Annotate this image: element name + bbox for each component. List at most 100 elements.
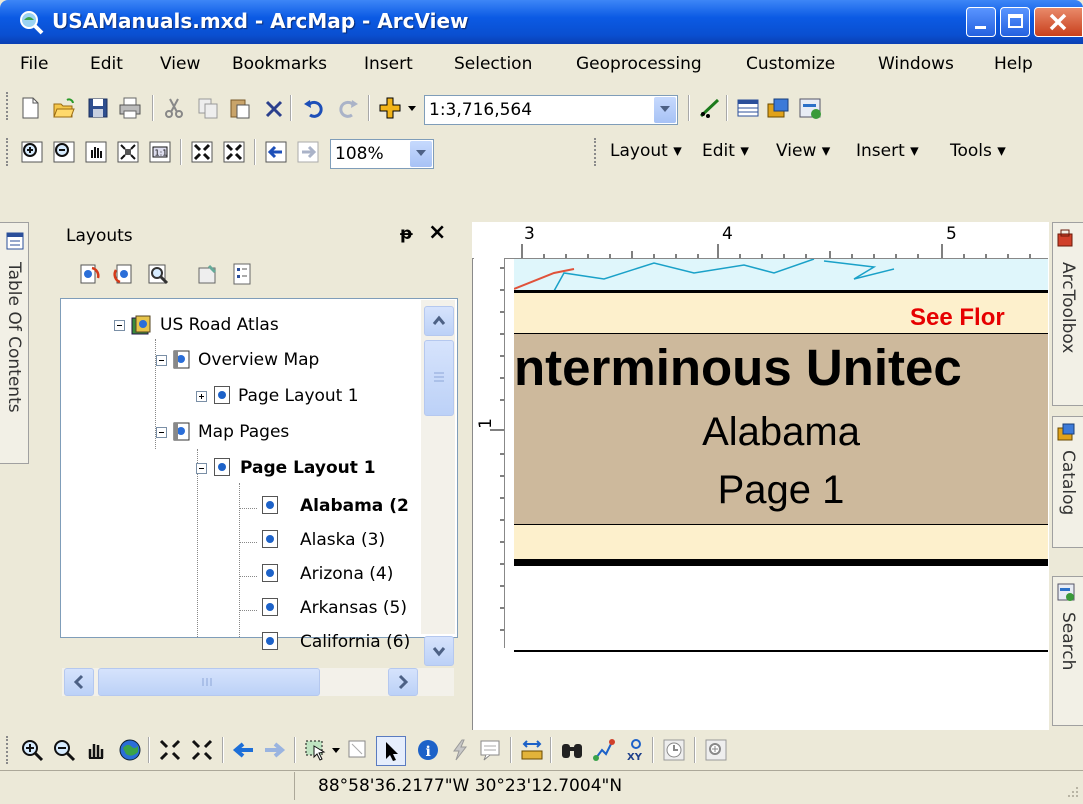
full-extent-icon[interactable] [118,738,142,762]
menu-selection[interactable]: Selection [454,54,532,74]
forward-extent-icon[interactable] [296,140,320,164]
collapse-icon[interactable] [196,463,207,474]
close-panel-icon[interactable]: × [428,220,446,245]
zoom-100-icon[interactable]: 1:1 [148,140,172,164]
collapse-icon[interactable] [156,427,167,438]
scroll-thumb[interactable] [424,340,454,416]
identify-icon[interactable]: i [416,738,440,762]
layout-tools-menu[interactable]: Tools ▾ [950,141,1006,161]
fixed-zoom-out-icon[interactable] [190,738,214,762]
measure-icon[interactable] [520,738,544,762]
tree-item-label: Page Layout 1 [240,458,376,478]
hyperlink-icon[interactable] [448,738,472,762]
tree-item-label: Arkansas (5) [300,598,407,618]
layout-insert-menu[interactable]: Insert ▾ [856,141,919,161]
save-icon[interactable] [86,96,110,120]
add-data-dropdown[interactable] [408,106,416,111]
find-icon[interactable] [560,738,584,762]
forward-icon[interactable] [262,738,286,762]
svg-text:i: i [426,744,431,760]
pan-icon[interactable] [84,738,108,762]
paste-icon[interactable] [228,96,252,120]
scroll-right-button[interactable] [388,668,418,696]
svg-text:1:1: 1:1 [155,149,168,158]
toolbar-grip[interactable] [6,92,12,120]
layout-view-menu[interactable]: View ▾ [776,141,830,161]
reset-icon[interactable] [112,262,136,286]
new-document-icon[interactable] [18,96,42,120]
python-icon[interactable] [798,96,822,120]
go-to-xy-icon[interactable]: XY [624,738,648,763]
clear-selection-icon[interactable] [346,738,370,762]
collapse-icon[interactable] [114,320,125,331]
delete-icon[interactable] [262,96,286,120]
menu-windows[interactable]: Windows [878,54,954,74]
toolbar-grip[interactable] [6,736,12,764]
select-features-icon[interactable] [304,738,328,762]
menu-geoprocessing[interactable]: Geoprocessing [576,54,702,74]
zoom-out-page-icon[interactable] [52,140,76,164]
arctoolbox-icon[interactable] [766,96,790,120]
layout-edit-menu[interactable]: Edit ▾ [702,141,749,161]
find-route-icon[interactable] [592,738,616,762]
back-extent-icon[interactable] [264,140,288,164]
zoom-out-icon[interactable] [52,738,76,762]
editor-icon[interactable] [698,96,722,120]
menu-customize[interactable]: Customize [746,54,835,74]
menu-edit[interactable]: Edit [90,54,123,74]
open-icon[interactable] [52,96,76,120]
toolbar-separator [694,737,696,763]
menu-file[interactable]: File [20,54,48,74]
scroll-left-button[interactable] [64,668,94,696]
add-data-icon[interactable] [378,96,402,120]
cut-icon[interactable] [162,96,186,120]
menu-help[interactable]: Help [994,54,1033,74]
table-icon[interactable] [736,96,760,120]
search-tab-label: Search [1058,612,1078,671]
zoom-layout-icon[interactable] [146,262,170,286]
menu-view[interactable]: View [160,54,200,74]
scroll-up-button[interactable] [424,306,454,336]
close-button[interactable] [1034,7,1083,37]
toolbar-grip[interactable] [6,138,12,166]
pin-icon[interactable]: ᵽ [400,224,413,244]
scroll-down-button[interactable] [424,636,454,666]
select-dropdown[interactable] [332,748,340,753]
print-icon[interactable] [118,96,142,120]
minimize-button[interactable] [966,7,996,37]
search-window-icon [1056,582,1076,602]
fixed-zoom-in-icon[interactable] [158,738,182,762]
properties-icon[interactable] [196,262,220,286]
create-viewer-icon[interactable] [704,738,728,762]
select-elements-button[interactable] [376,736,406,766]
map-scale-combo[interactable]: 1:3,716,564 [424,95,678,125]
menu-insert[interactable]: Insert [364,54,413,74]
expand-icon[interactable] [196,391,207,402]
fixed-zoom-in-icon[interactable] [190,140,214,164]
resize-grip-icon[interactable] [1066,784,1080,798]
ruler-label: 4 [722,224,733,244]
scroll-thumb-horizontal[interactable] [98,668,320,696]
pan-page-icon[interactable] [84,140,108,164]
undo-icon[interactable] [302,96,326,120]
time-slider-icon[interactable] [662,738,686,762]
zoom-percent-combo[interactable]: 108% [330,139,434,169]
html-popup-icon[interactable] [478,738,502,762]
copy-icon[interactable] [196,96,220,120]
collapse-icon[interactable] [156,355,167,366]
chevron-down-icon[interactable] [654,97,676,123]
menu-bookmarks[interactable]: Bookmarks [232,54,327,74]
layout-menu[interactable]: Layout ▾ [610,141,682,161]
toolbar-separator [290,95,292,121]
fixed-zoom-out-icon[interactable] [222,140,246,164]
zoom-in-icon[interactable] [20,738,44,762]
zoom-whole-page-icon[interactable] [116,140,140,164]
toolbar-grip[interactable] [594,138,600,166]
redo-icon[interactable] [336,96,360,120]
maximize-button[interactable] [1000,7,1030,37]
refresh-icon[interactable] [78,262,102,286]
zoom-in-page-icon[interactable] [20,140,44,164]
list-icon[interactable] [230,262,254,286]
chevron-down-icon[interactable] [410,141,432,167]
back-icon[interactable] [232,738,256,762]
